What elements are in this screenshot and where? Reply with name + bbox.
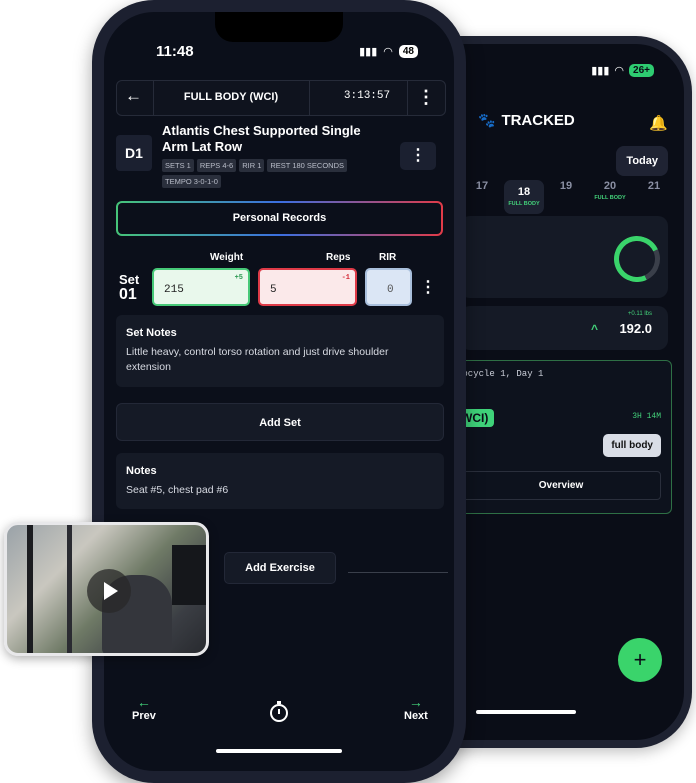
divider	[153, 81, 154, 115]
prev-label: Prev	[132, 710, 156, 722]
bell-icon[interactable]: 🔔	[649, 114, 668, 132]
day-19[interactable]: 19	[546, 180, 586, 192]
rir-column-label: RIR	[379, 252, 397, 263]
day-num: 19	[559, 180, 573, 192]
day-sub: FULL BODY	[508, 201, 540, 207]
day-num: 18	[517, 186, 531, 198]
exercise-name: Atlantis Chest Supported Single Arm Lat …	[162, 123, 361, 154]
progress-card[interactable]	[460, 216, 668, 298]
home-indicator	[476, 710, 576, 714]
app-title: 🐾 TRACKED	[478, 112, 575, 129]
set-notes-title: Set Notes	[126, 327, 177, 339]
rir-value: 0	[387, 284, 394, 296]
day-20[interactable]: 20 FULL BODY	[590, 180, 630, 201]
overview-button[interactable]: Overview	[461, 471, 661, 500]
paw-icon: 🐾	[478, 112, 496, 128]
personal-records-label: Personal Records	[118, 203, 441, 234]
battery-indicator: 48	[398, 45, 418, 58]
exercise-code: D1	[116, 135, 152, 171]
exercise-tags: SETS 1 REPS 4-6 RIR 1 REST 180 SECONDS T…	[162, 159, 382, 188]
divider	[309, 81, 310, 115]
video-scene-rack	[67, 525, 72, 653]
back-battery: 26+	[629, 64, 654, 77]
bodyweight-delta: +0.11 lbs	[627, 311, 652, 317]
add-fab-button[interactable]: +	[618, 638, 662, 682]
set-label-text: Set	[119, 272, 140, 287]
notes-text: Seat #5, chest pad #6	[126, 484, 229, 496]
video-scene-car	[172, 545, 206, 605]
exercise-menu-button[interactable]: ⋮	[400, 142, 436, 170]
divider	[407, 81, 408, 115]
kebab-menu-icon[interactable]: ⋮	[417, 87, 435, 108]
notes-title: Notes	[126, 465, 157, 477]
next-button[interactable]: → Next	[404, 694, 428, 722]
day-num: 21	[647, 180, 661, 192]
add-set-button[interactable]: Add Set	[116, 403, 444, 441]
arrow-left-icon: ←	[136, 694, 151, 710]
bodyweight-value: 192.0	[619, 321, 652, 336]
back-status-bar: ▮▮▮ ◠ 26+	[591, 64, 654, 77]
weight-input[interactable]: 215 +5	[152, 268, 250, 306]
divider-line	[348, 572, 448, 573]
day-num: 20	[603, 180, 617, 192]
workout-timer: 3:13:57	[343, 90, 391, 102]
set-label: Set 01	[119, 272, 140, 303]
wifi-icon: ◠	[383, 46, 393, 58]
workout-header: ← FULL BODY (WCI) 3:13:57 ⋮	[116, 80, 446, 116]
prev-button[interactable]: ← Prev	[132, 694, 156, 722]
set-notes-panel[interactable]: Set Notes Little heavy, control torso ro…	[116, 315, 444, 387]
workout-tag[interactable]: full body	[603, 434, 661, 457]
weight-value: 215	[164, 284, 184, 296]
rir-input[interactable]: 0	[365, 268, 412, 306]
tag-tempo: TEMPO 3-0-1-0	[162, 175, 221, 188]
weight-delta: +5	[234, 274, 243, 282]
front-phone: 11:48 ▮▮▮ ◠ 48 ← FULL BODY (WCI) 3:13:57…	[92, 0, 466, 783]
home-indicator	[216, 749, 342, 753]
arrow-right-icon: →	[408, 694, 423, 710]
reps-delta: -1	[341, 274, 350, 282]
next-label: Next	[404, 710, 428, 722]
progress-ring	[607, 229, 667, 289]
status-bar: ▮▮▮ ◠ 48	[359, 45, 418, 58]
reps-input[interactable]: 5 -1	[258, 268, 357, 306]
workout-title: FULL BODY (WCI)	[183, 91, 279, 103]
exercise-video-thumbnail[interactable]	[4, 522, 209, 656]
stopwatch-icon[interactable]	[270, 701, 288, 722]
signal-icon: ▮▮▮	[359, 46, 378, 58]
workout-duration: 3H 14M	[632, 412, 661, 421]
day-strip: 17 18 FULL BODY 19 20 FULL BODY 21	[464, 180, 684, 214]
status-time: 11:48	[156, 43, 194, 60]
set-notes-text: Little heavy, control torso rotation and…	[126, 346, 389, 373]
day-17[interactable]: 17	[462, 180, 502, 192]
tag-rest: REST 180 SECONDS	[267, 159, 348, 172]
set-number: 01	[119, 286, 137, 303]
arrow-up-icon: ^	[590, 322, 598, 336]
back-arrow-icon[interactable]: ←	[125, 86, 142, 106]
wifi-icon: ◠	[614, 65, 625, 77]
app-title-text: TRACKED	[501, 112, 575, 129]
notes-panel[interactable]: Notes Seat #5, chest pad #6	[116, 453, 444, 509]
day-sub: FULL BODY	[594, 195, 626, 201]
reps-column-label: Reps	[326, 252, 351, 263]
reps-value: 5	[270, 284, 277, 296]
today-button[interactable]: Today	[616, 146, 668, 176]
day-num: 17	[475, 180, 489, 192]
workout-card[interactable]: rocycle 1, Day 1 WCI) 3H 14M 1 full body…	[457, 360, 672, 514]
play-icon[interactable]	[87, 569, 131, 613]
bodyweight-card[interactable]: +0.11 lbs ^ 192.0	[460, 306, 668, 350]
video-scene-rack	[27, 525, 33, 653]
tag-rir: RIR 1	[239, 159, 265, 172]
workout-subtitle: rocycle 1, Day 1	[457, 369, 544, 379]
tag-sets: SETS 1	[162, 159, 194, 172]
personal-records-button[interactable]: Personal Records	[116, 201, 443, 236]
weight-column-label: Weight	[210, 252, 244, 263]
dynamic-island	[215, 12, 343, 42]
set-menu-icon[interactable]: ⋮	[420, 277, 436, 297]
add-exercise-button[interactable]: Add Exercise	[224, 552, 336, 584]
day-21[interactable]: 21	[634, 180, 674, 192]
day-18[interactable]: 18 FULL BODY	[504, 180, 544, 214]
tag-reps: REPS 4-6	[196, 159, 237, 172]
signal-icon: ▮▮▮	[591, 65, 610, 77]
